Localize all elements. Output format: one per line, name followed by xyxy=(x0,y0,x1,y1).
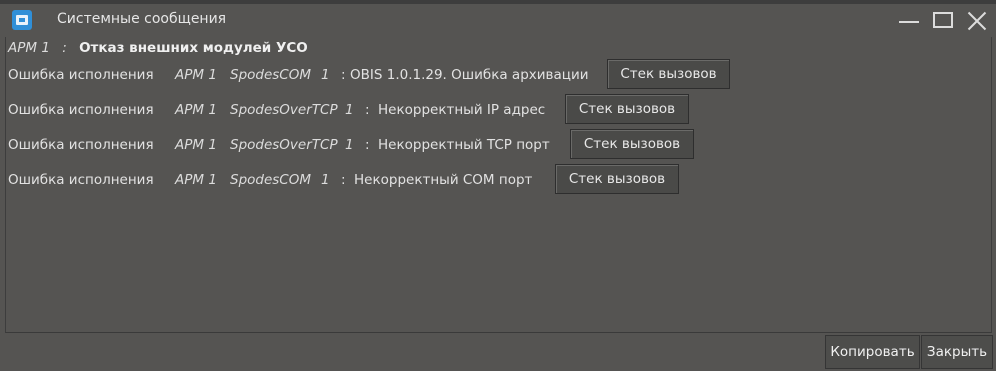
message-type: Ошибка исполнения xyxy=(8,137,154,153)
message-num: 1 xyxy=(321,67,330,83)
message-separator: : xyxy=(341,172,346,188)
list-item: Ошибка исполнения АРМ 1 SpodesOverTCP 1 … xyxy=(8,129,768,161)
message-module: SpodesOverTCP xyxy=(230,102,338,118)
stack-button[interactable]: Стек вызовов xyxy=(565,94,689,124)
close-icon[interactable] xyxy=(960,4,994,38)
title-bar[interactable]: Системные сообщения xyxy=(0,4,996,38)
window-title: Системные сообщения xyxy=(57,11,227,27)
header-message: АРМ 1 : Отказ внешних модулей УСО xyxy=(8,40,308,56)
stack-button[interactable]: Стек вызовов xyxy=(555,164,679,194)
list-item: Ошибка исполнения АРМ 1 SpodesOverTCP 1 … xyxy=(8,94,768,126)
message-separator: : xyxy=(365,102,370,118)
copy-button[interactable]: Копировать xyxy=(825,335,920,369)
message-module: SpodesCOM xyxy=(230,67,312,83)
message-separator: : xyxy=(341,67,346,83)
list-item: Ошибка исполнения АРМ 1 SpodesCOM 1 : Не… xyxy=(8,164,768,196)
message-num: 1 xyxy=(345,102,354,118)
messages-panel: АРМ 1 : Отказ внешних модулей УСО Ошибка… xyxy=(5,37,992,333)
message-arm: АРМ 1 xyxy=(175,137,217,153)
message-text: Некорректный COM порт xyxy=(354,172,533,188)
minimize-icon[interactable] xyxy=(893,4,927,38)
stack-button[interactable]: Стек вызовов xyxy=(570,129,694,159)
message-arm: АРМ 1 xyxy=(175,172,217,188)
message-type: Ошибка исполнения xyxy=(8,67,154,83)
message-module: SpodesOverTCP xyxy=(230,137,338,153)
maximize-icon[interactable] xyxy=(927,4,961,38)
message-text: OBIS 1.0.1.29. Ошибка архивации xyxy=(350,67,589,83)
message-num: 1 xyxy=(321,172,330,188)
message-num: 1 xyxy=(345,137,354,153)
message-text: Некорректный IP адрес xyxy=(378,102,546,118)
message-separator: : xyxy=(365,137,370,153)
message-type: Ошибка исполнения xyxy=(8,102,154,118)
message-arm: АРМ 1 xyxy=(175,67,217,83)
header-separator: : xyxy=(62,40,67,56)
system-messages-window: Системные сообщения АРМ 1 : Отказ внешни… xyxy=(0,0,996,371)
close-button[interactable]: Закрыть xyxy=(921,335,993,369)
message-type: Ошибка исполнения xyxy=(8,172,154,188)
header-text: Отказ внешних модулей УСО xyxy=(79,40,308,56)
list-item: Ошибка исполнения АРМ 1 SpodesCOM 1 : OB… xyxy=(8,59,768,91)
header-arm: АРМ 1 xyxy=(8,40,50,56)
stack-button[interactable]: Стек вызовов xyxy=(607,59,730,89)
app-icon xyxy=(12,10,32,30)
message-module: SpodesCOM xyxy=(230,172,312,188)
message-arm: АРМ 1 xyxy=(175,102,217,118)
message-text: Некорректный TCP порт xyxy=(378,137,550,153)
